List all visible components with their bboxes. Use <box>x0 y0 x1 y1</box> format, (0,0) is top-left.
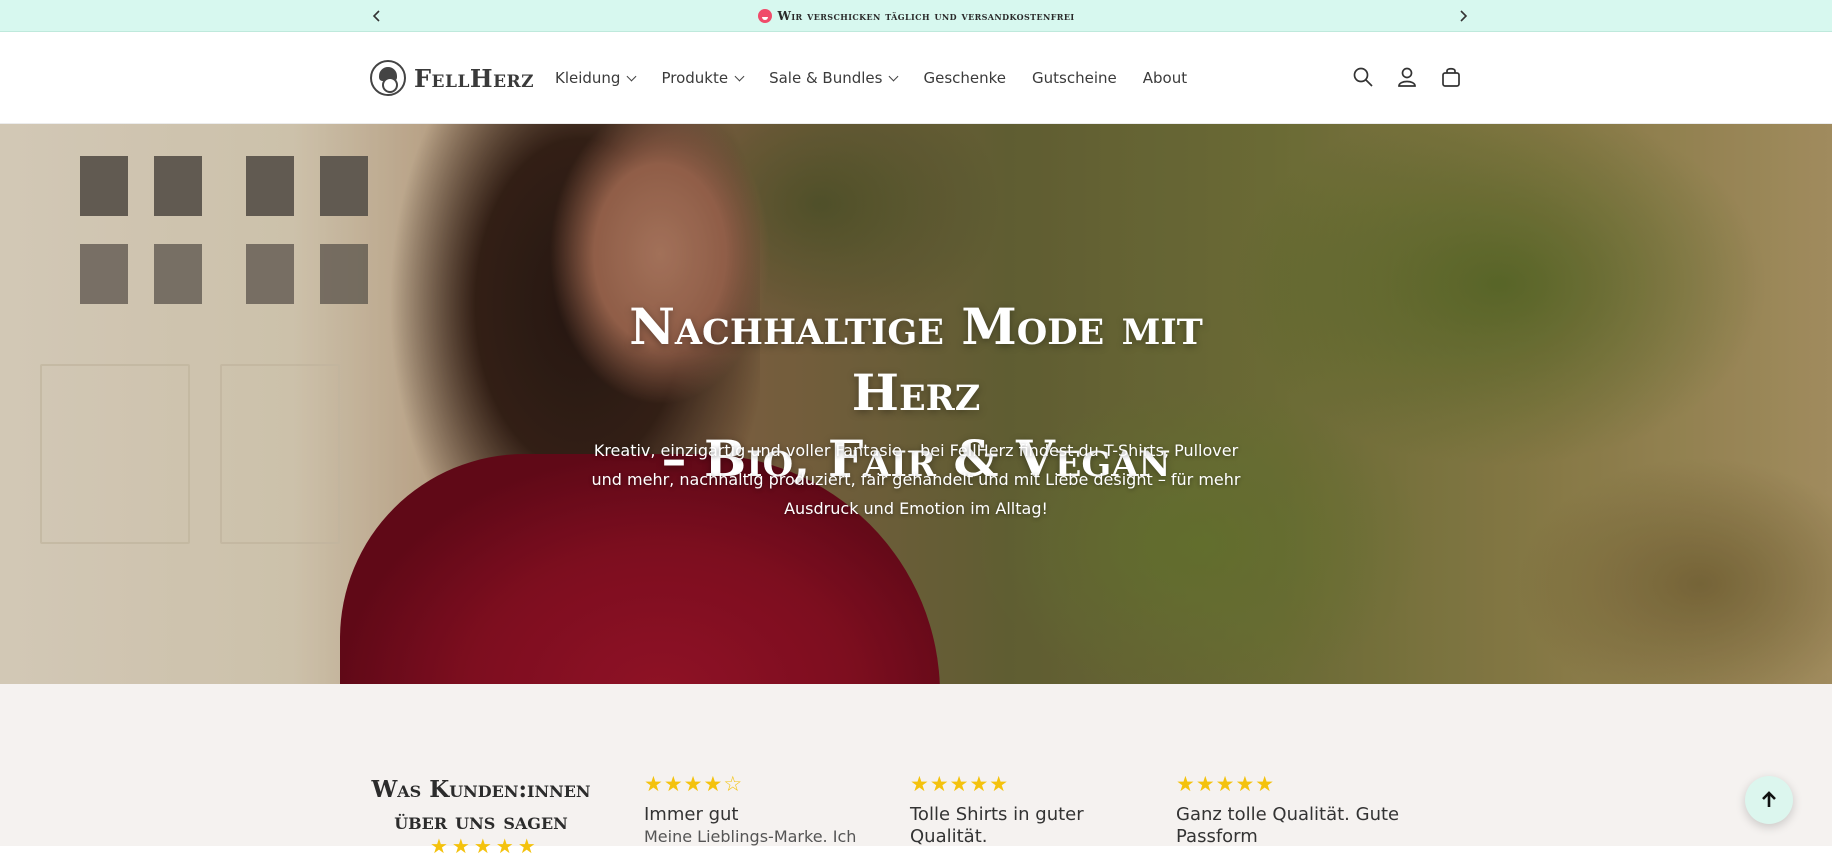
chevron-right-icon <box>1460 10 1468 22</box>
logo-link[interactable]: FellHerz <box>370 60 534 96</box>
review-card: ★★★★★ Tolle Shirts in guter Qualität. <box>910 772 1140 848</box>
nav-item-sale-bundles[interactable]: Sale & Bundles <box>769 66 899 90</box>
nav-label: Gutscheine <box>1032 69 1117 87</box>
nav-label: Sale & Bundles <box>769 69 883 87</box>
cart-button[interactable] <box>1438 64 1464 90</box>
nav-item-produkte[interactable]: Produkte <box>661 66 745 90</box>
reviews-heading: Was Kunden:innen über uns sagen <box>371 776 591 835</box>
review-title: Ganz tolle Qualität. Gute Passform <box>1176 804 1400 847</box>
review-card: ★★★★★ Ganz tolle Qualität. Gute Passform <box>1176 772 1406 848</box>
star-rating: ★★★★★ <box>910 773 1010 796</box>
nav-label: Kleidung <box>555 69 621 87</box>
account-icon <box>1398 67 1416 87</box>
logo-girl-icon <box>370 60 406 96</box>
chevron-left-icon <box>372 10 380 22</box>
nav-label: Produkte <box>661 69 729 87</box>
star-rating: ★★★★★ <box>1176 773 1276 796</box>
star-rating: ★★★★☆ <box>644 773 744 796</box>
smiley-heart-icon <box>757 8 772 23</box>
logo-text: FellHerz <box>414 63 535 93</box>
announcement-message: Wir verschicken täglich und versandkoste… <box>757 8 1075 23</box>
announcement-next-button[interactable] <box>1452 5 1474 27</box>
header-icons <box>1350 64 1464 90</box>
arrow-up-icon <box>1762 791 1776 807</box>
announcement-text: Wir verschicken täglich und versandkoste… <box>777 8 1075 23</box>
announcement-prev-button[interactable] <box>366 5 388 27</box>
reviews-section: Was Kunden:innen über uns sagen ★★★★★ ★★… <box>0 684 1832 858</box>
chevron-down-icon <box>889 71 899 81</box>
announcement-bar: Wir verschicken täglich und versandkoste… <box>0 0 1832 32</box>
nav-label: About <box>1142 69 1188 87</box>
cart-icon <box>1442 67 1460 87</box>
review-card: ★★★★☆ Immer gut Meine Lieblings-Marke. I… <box>644 772 874 848</box>
nav-item-gutscheine[interactable]: Gutscheine <box>1032 66 1117 90</box>
heading-stars: ★★★★★ <box>430 836 540 858</box>
account-button[interactable] <box>1394 64 1420 90</box>
main-navigation: Kleidung Produkte Sale & Bundles Geschen… <box>555 66 1213 90</box>
site-header: FellHerz Kleidung Produkte Sale & Bundle… <box>0 32 1832 124</box>
nav-item-about[interactable]: About <box>1143 66 1187 90</box>
nav-item-geschenke[interactable]: Geschenke <box>923 66 1006 90</box>
review-title: Immer gut <box>644 804 739 825</box>
review-body: Meine Lieblings-Marke. Ich <box>644 827 857 846</box>
hero-subtitle: Kreativ, einzigartig und voller Fantasie… <box>591 441 1241 518</box>
hero-banner: Nachhaltige Mode mit Herz – Bio, Fair & … <box>0 124 1832 684</box>
nav-label: Geschenke <box>923 69 1007 87</box>
chevron-down-icon <box>627 71 637 81</box>
search-button[interactable] <box>1350 64 1376 90</box>
hero-title-line: Nachhaltige Mode mit Herz <box>629 297 1203 422</box>
chevron-down-icon <box>734 71 745 81</box>
back-to-top-button[interactable] <box>1745 776 1793 824</box>
search-icon <box>1353 67 1373 87</box>
nav-item-kleidung[interactable]: Kleidung <box>555 66 637 90</box>
review-title: Tolle Shirts in guter Qualität. <box>910 804 1084 847</box>
